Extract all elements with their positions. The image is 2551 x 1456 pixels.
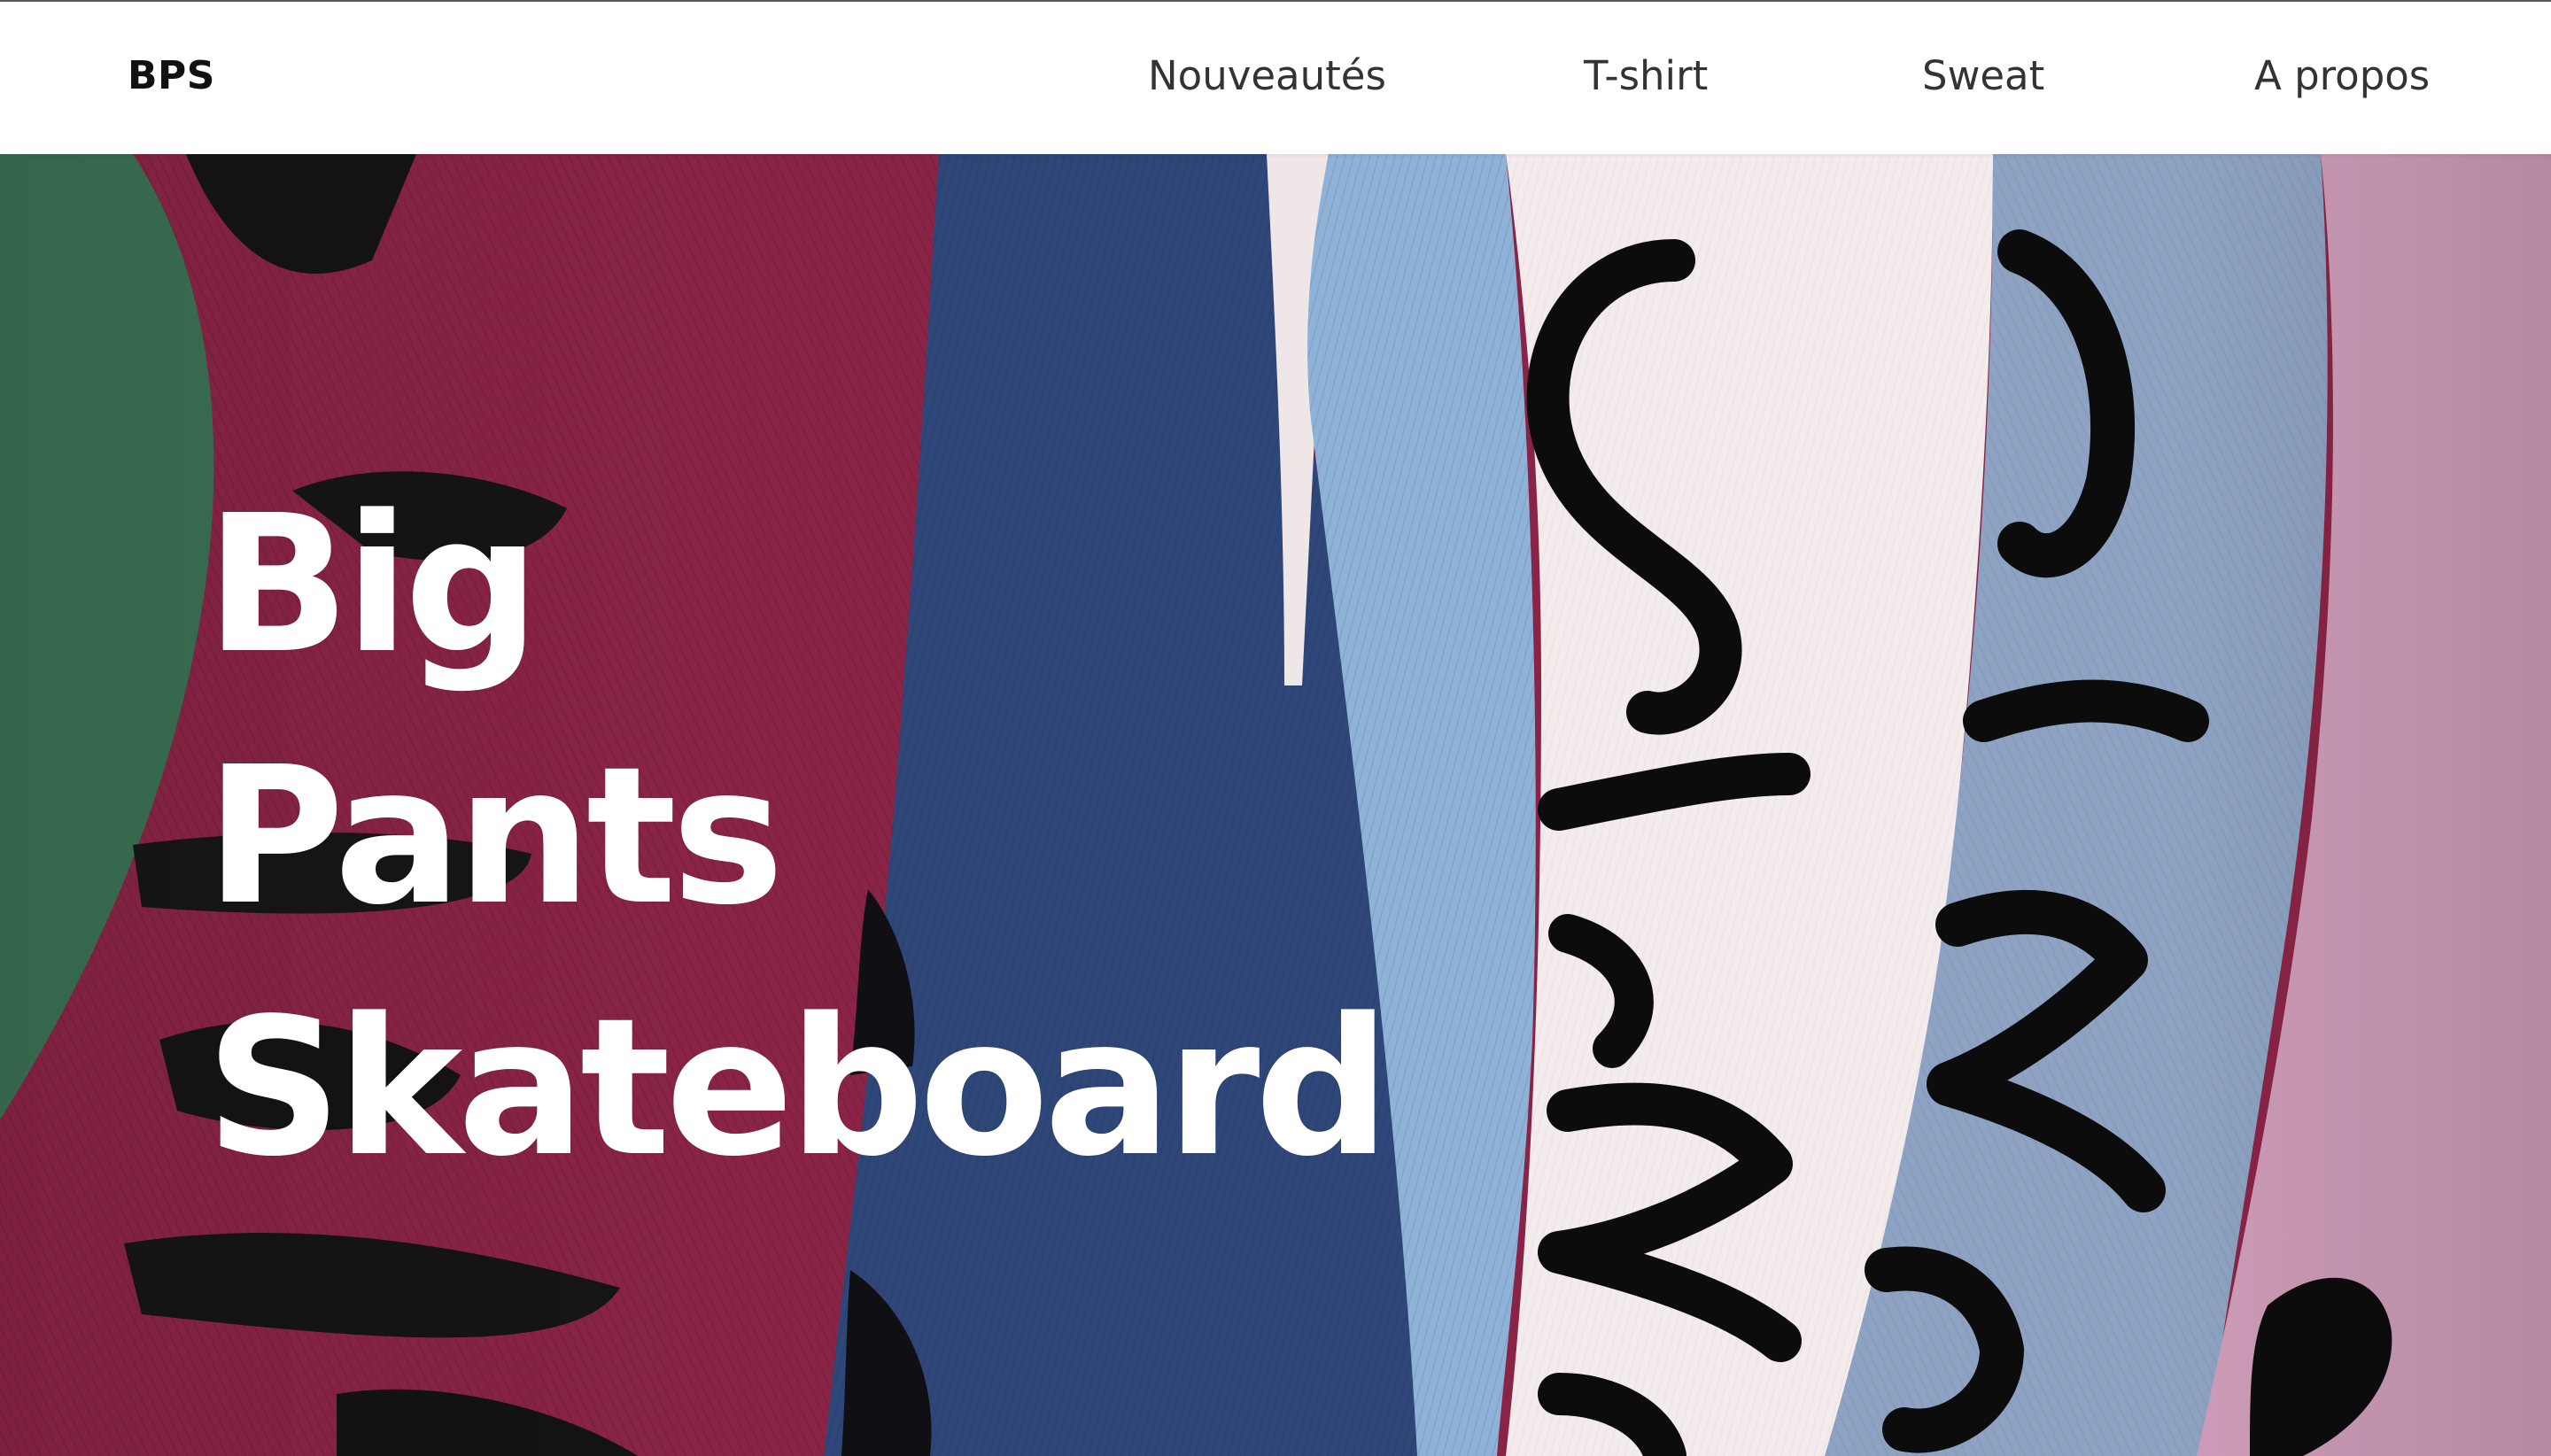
nav-link-sweat[interactable]: Sweat bbox=[1922, 51, 2044, 101]
hero-title: Big Pants Skateboard bbox=[205, 460, 1391, 1214]
nav-link-a-propos[interactable]: A propos bbox=[2254, 51, 2430, 101]
hero-section: Big Pants Skateboard bbox=[0, 154, 2551, 1456]
nav-link-tshirt[interactable]: T-shirt bbox=[1584, 51, 1708, 101]
nav-link-nouveautes[interactable]: Nouveautés bbox=[1148, 51, 1386, 101]
page: BPS Nouveautés T-shirt Sweat A propos Bi… bbox=[0, 0, 2551, 1456]
hero-title-line: Pants bbox=[205, 726, 785, 947]
hero-title-line: Big bbox=[205, 475, 540, 695]
hero-title-line: Skateboard bbox=[205, 978, 1391, 1198]
top-navbar: BPS Nouveautés T-shirt Sweat A propos bbox=[0, 0, 2551, 154]
logo-link[interactable]: BPS bbox=[128, 51, 215, 101]
